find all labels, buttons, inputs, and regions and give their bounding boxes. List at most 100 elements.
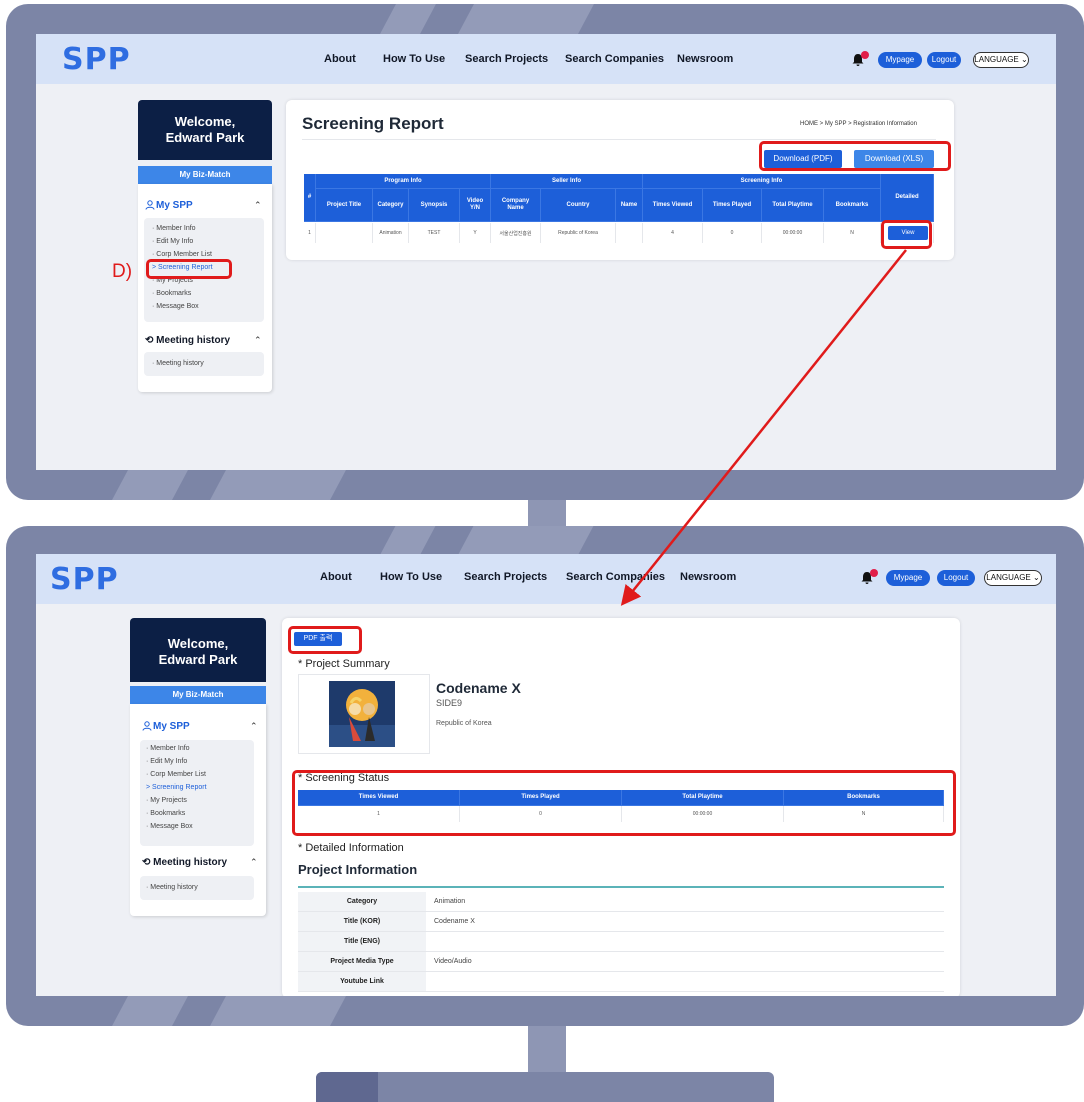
menu-meeting-history[interactable]: · Meeting history xyxy=(146,884,198,891)
highlight-view-button xyxy=(881,220,932,249)
project-country: Republic of Korea xyxy=(436,720,492,727)
th-screening-info: Screening Info xyxy=(643,174,881,189)
company-name: SIDE9 xyxy=(436,698,463,708)
menu-screening-report[interactable]: > Screening Report xyxy=(146,784,207,791)
cell-bookmarks: N xyxy=(824,223,881,243)
chevron-down-icon: ⌄ xyxy=(1033,573,1040,582)
detailed-information-heading: * Detailed Information xyxy=(298,842,404,854)
my-spp-title[interactable]: My SPP xyxy=(156,200,193,211)
user-icon xyxy=(145,200,155,210)
meeting-history-title[interactable]: ⟲ Meeting history xyxy=(142,857,227,868)
menu-member-info[interactable]: · Member Info xyxy=(152,225,196,232)
menu-edit-my-info[interactable]: · Edit My Info xyxy=(152,238,193,245)
menu-message-box[interactable]: · Message Box xyxy=(146,823,193,830)
info-label-media-type: Project Media Type xyxy=(298,952,426,972)
bezel-stripe xyxy=(210,996,346,1026)
nav-search-projects[interactable]: Search Projects xyxy=(464,571,547,583)
nav-search-projects[interactable]: Search Projects xyxy=(465,53,548,65)
project-thumbnail xyxy=(329,681,395,747)
nav-about[interactable]: About xyxy=(320,571,352,583)
menu-corp-member-list[interactable]: · Corp Member List xyxy=(152,251,212,258)
annotation-marker: D) xyxy=(112,261,133,282)
language-label: LANGUAGE xyxy=(974,55,1019,64)
nav-how-to-use[interactable]: How To Use xyxy=(380,571,442,583)
welcome-box: Welcome, Edward Park xyxy=(130,618,266,682)
nav-newsroom[interactable]: Newsroom xyxy=(677,53,733,65)
project-thumbnail-frame xyxy=(298,674,430,754)
menu-bookmarks[interactable]: · Bookmarks xyxy=(146,810,185,817)
history-icon: ⟲ xyxy=(145,335,154,346)
my-spp-title[interactable]: My SPP xyxy=(153,721,190,732)
user-icon xyxy=(142,721,152,731)
menu-meeting-history[interactable]: · Meeting history xyxy=(152,360,204,367)
bezel-stripe xyxy=(458,526,594,554)
chevron-up-icon[interactable]: ⌃ xyxy=(254,335,262,346)
th-project-title: Project Title xyxy=(316,189,373,222)
meeting-history-label: Meeting history xyxy=(156,335,231,346)
notification-badge xyxy=(861,51,869,59)
th-seller-info: Seller Info xyxy=(491,174,643,189)
nav-about[interactable]: About xyxy=(324,53,356,65)
meeting-history-title[interactable]: ⟲ Meeting history xyxy=(145,335,230,346)
menu-edit-my-info[interactable]: · Edit My Info xyxy=(146,758,187,765)
info-label-title-eng: Title (ENG) xyxy=(298,932,426,952)
menu-corp-member-list[interactable]: · Corp Member List xyxy=(146,771,206,778)
chevron-up-icon[interactable]: ⌃ xyxy=(250,857,258,868)
report-card: Screening Report HOME > My SPP > Registr… xyxy=(286,100,954,260)
th-video-yn: Video Y/N xyxy=(460,189,491,222)
language-label: LANGUAGE xyxy=(986,573,1031,582)
chevron-up-icon[interactable]: ⌃ xyxy=(254,200,262,211)
logout-button[interactable]: Logout xyxy=(937,570,975,586)
divider xyxy=(302,139,936,140)
info-label-category: Category xyxy=(298,892,426,912)
info-label-title-kor: Title (KOR) xyxy=(298,912,426,932)
cell-times-played: 0 xyxy=(703,223,762,243)
cell-project-title xyxy=(316,223,373,243)
monitor-base xyxy=(316,1072,774,1102)
cell-name xyxy=(616,223,643,243)
th-company-name: Company Name xyxy=(491,189,541,222)
highlight-pdf-button xyxy=(288,626,362,654)
nav-newsroom[interactable]: Newsroom xyxy=(680,571,736,583)
screen-top: SPP About How To Use Search Projects Sea… xyxy=(36,34,1056,470)
nav-search-companies[interactable]: Search Companies xyxy=(566,571,665,583)
biz-match-button[interactable]: My Biz-Match xyxy=(138,166,272,184)
chevron-up-icon[interactable]: ⌃ xyxy=(250,721,258,732)
sidebar-panel: My SPP ⌃ · Member Info · Edit My Info · … xyxy=(130,704,266,916)
notification-badge xyxy=(870,569,878,577)
site-logo[interactable]: SPP xyxy=(50,562,119,597)
sidebar-panel: My SPP ⌃ · Member Info · Edit My Info · … xyxy=(138,184,272,392)
menu-my-projects[interactable]: · My Projects xyxy=(146,797,187,804)
project-summary-heading: * Project Summary xyxy=(298,658,390,670)
language-select[interactable]: LANGUAGE ⌄ xyxy=(973,52,1029,68)
info-value-title-eng xyxy=(426,932,944,952)
menu-member-info[interactable]: · Member Info xyxy=(146,745,190,752)
meeting-menu: · Meeting history xyxy=(144,352,264,376)
mypage-button[interactable]: Mypage xyxy=(878,52,922,68)
th-country: Country xyxy=(541,189,616,222)
welcome-text: Welcome, Edward Park xyxy=(158,636,238,667)
th-program-info: Program Info xyxy=(316,174,491,189)
nav-how-to-use[interactable]: How To Use xyxy=(383,53,445,65)
menu-bookmarks[interactable]: · Bookmarks xyxy=(152,290,191,297)
logout-button[interactable]: Logout xyxy=(927,52,961,68)
cell-category: Animation xyxy=(373,223,409,243)
nav-search-companies[interactable]: Search Companies xyxy=(565,53,664,65)
info-label-youtube-link: Youtube Link xyxy=(298,972,426,992)
biz-match-button[interactable]: My Biz-Match xyxy=(130,686,266,704)
screen-bottom: SPP About How To Use Search Projects Sea… xyxy=(36,554,1056,996)
page-title: Screening Report xyxy=(302,114,444,133)
site-header: SPP About How To Use Search Projects Sea… xyxy=(36,554,1056,604)
cell-country: Republic of Korea xyxy=(541,223,616,243)
site-logo[interactable]: SPP xyxy=(62,42,131,77)
menu-message-box[interactable]: · Message Box xyxy=(152,303,199,310)
welcome-text: Welcome, Edward Park xyxy=(165,114,245,145)
language-select[interactable]: LANGUAGE ⌄ xyxy=(984,570,1042,586)
th-index: # xyxy=(304,174,316,222)
info-value-category: Animation xyxy=(426,892,944,912)
cell-synopsis: TEST xyxy=(409,223,460,243)
mypage-button[interactable]: Mypage xyxy=(886,570,930,586)
my-spp-menu: · Member Info · Edit My Info · Corp Memb… xyxy=(140,740,254,846)
project-name: Codename X xyxy=(436,680,521,696)
th-category: Category xyxy=(373,189,409,222)
